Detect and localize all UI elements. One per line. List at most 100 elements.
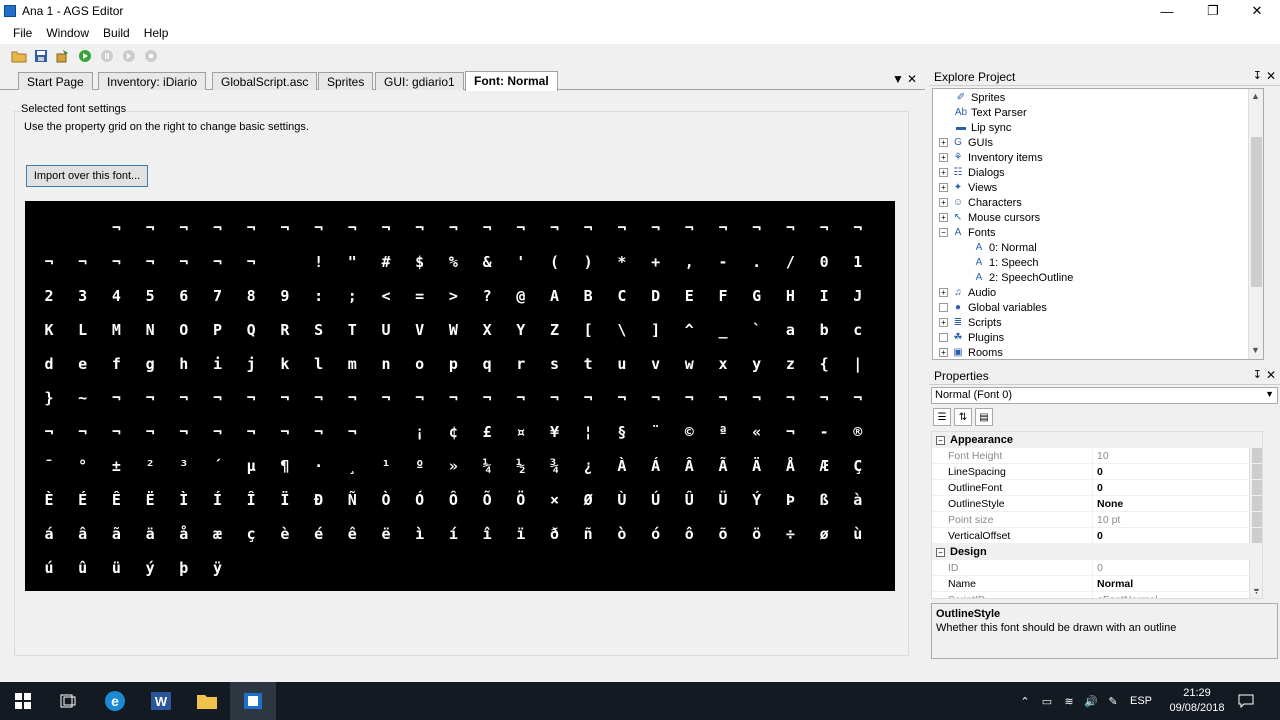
expand-icon[interactable]: + — [939, 183, 948, 192]
property-value[interactable]: 0 — [1097, 530, 1103, 542]
close-window-button[interactable]: ✕ — [1234, 0, 1280, 22]
volume-icon[interactable]: 🔊 — [1080, 695, 1102, 708]
expand-icon[interactable]: + — [939, 318, 948, 327]
menu-build[interactable]: Build — [96, 24, 137, 42]
property-value[interactable]: 0 — [1097, 482, 1103, 494]
build-icon[interactable] — [54, 47, 72, 65]
tab-inventory-idiario[interactable]: Inventory: iDiario — [98, 72, 207, 90]
property-row[interactable]: ID 0 — [932, 560, 1262, 576]
tab-gui-gdiario1[interactable]: GUI: gdiario1 — [375, 72, 464, 90]
tree-item[interactable]: + ▣ Rooms — [939, 345, 1003, 359]
property-row[interactable]: Name Normal — [932, 576, 1262, 592]
tree-item[interactable]: + ✦ Views — [939, 180, 997, 195]
step-icon[interactable] — [120, 47, 138, 65]
expand-icon[interactable]: + — [939, 138, 948, 147]
property-row[interactable]: Point size 10 pt — [932, 512, 1262, 528]
tree-node-icon[interactable] — [939, 333, 948, 342]
tree-item[interactable]: + ≣ Scripts — [939, 315, 1002, 330]
expand-icon[interactable]: + — [939, 348, 948, 357]
collapse-icon[interactable]: − — [936, 547, 945, 557]
maximize-button[interactable]: ❐ — [1190, 0, 1236, 22]
tab-globalscript[interactable]: GlobalScript.asc — [212, 72, 318, 90]
property-row[interactable]: LineSpacing 0 — [932, 464, 1262, 480]
tab-font-normal[interactable]: Font: Normal — [465, 71, 558, 91]
expand-icon[interactable]: + — [939, 213, 948, 222]
tree-item[interactable]: + ♫ Audio — [939, 285, 996, 300]
tree-item[interactable]: Ab Text Parser — [955, 105, 1027, 120]
open-folder-icon[interactable] — [10, 47, 28, 65]
menu-help[interactable]: Help — [137, 24, 176, 42]
tree-item[interactable]: A 2: SpeechOutline — [973, 270, 1074, 285]
tree-item[interactable]: − A Fonts — [939, 225, 996, 240]
scroll-down-icon[interactable]: ▼ — [1251, 345, 1260, 355]
start-icon[interactable] — [0, 682, 46, 720]
tree-item[interactable]: ▬ Lip sync — [955, 120, 1011, 135]
close-tab-icon[interactable]: ✕ — [907, 72, 917, 86]
tab-sprites[interactable]: Sprites — [318, 72, 374, 90]
tree-item[interactable]: + ☷ Dialogs — [939, 165, 1005, 180]
tree-node-icon[interactable] — [939, 303, 948, 312]
tree-scrollbar[interactable]: ▲ ▼ — [1248, 89, 1263, 359]
import-font-button[interactable]: Import over this font... — [26, 165, 148, 187]
file-explorer-icon[interactable] — [184, 682, 230, 720]
tree-item-label: Lip sync — [971, 121, 1012, 134]
expand-icon[interactable]: + — [939, 198, 948, 207]
tree-item[interactable]: A 0: Normal — [973, 240, 1037, 255]
close-panel-icon[interactable]: ✕ — [1266, 368, 1276, 382]
tree-item[interactable]: ✐ Sprites — [955, 90, 1005, 105]
property-row[interactable]: OutlineFont 0 — [932, 480, 1262, 496]
pin-icon[interactable]: ↧ — [1253, 368, 1262, 381]
save-icon[interactable] — [32, 47, 50, 65]
minimize-button[interactable]: — — [1144, 0, 1190, 22]
expand-icon[interactable]: + — [939, 153, 948, 162]
property-row[interactable]: Font Height 10 — [932, 448, 1262, 464]
task-view-icon[interactable] — [46, 682, 92, 720]
close-panel-icon[interactable]: ✕ — [1266, 69, 1276, 83]
expand-icon[interactable]: + — [939, 288, 948, 297]
property-pages-icon[interactable]: ▤ — [975, 408, 993, 426]
collapse-icon[interactable]: − — [936, 435, 945, 445]
notifications-icon[interactable] — [1226, 682, 1266, 720]
tree-item[interactable]: + ☺ Characters — [939, 195, 1022, 210]
battery-icon[interactable]: ▭ — [1036, 695, 1058, 708]
property-row[interactable]: OutlineStyle None — [932, 496, 1262, 512]
scroll-up-icon[interactable]: ▲ — [1251, 91, 1260, 101]
property-row[interactable]: ScriptID eFontNormal — [932, 592, 1262, 598]
tree-item[interactable]: + G GUIs — [939, 135, 993, 150]
tree-item[interactable]: + ⚘ Inventory items — [939, 150, 1043, 165]
object-selector[interactable]: Normal (Font 0) ▼ — [931, 387, 1278, 404]
font-glyph: ¬ — [549, 389, 560, 407]
alphabetical-icon[interactable]: ⇅ — [954, 408, 972, 426]
property-value[interactable]: 0 — [1097, 466, 1103, 478]
pen-icon[interactable]: ✎ — [1102, 695, 1124, 708]
expand-icon[interactable]: + — [939, 168, 948, 177]
chevron-up-icon[interactable]: ⌃ — [1014, 695, 1036, 708]
property-value[interactable]: None — [1097, 498, 1123, 510]
property-row[interactable]: VerticalOffset 0 — [932, 528, 1262, 544]
tree-item[interactable]: + ↖ Mouse cursors — [939, 210, 1040, 225]
stop-icon[interactable] — [142, 47, 160, 65]
word-icon[interactable]: W — [138, 682, 184, 720]
clock[interactable]: 21:29 09/08/2018 — [1162, 686, 1232, 716]
collapse-icon[interactable]: − — [939, 228, 948, 237]
tree-item-label: Dialogs — [968, 166, 1005, 179]
tab-start-page[interactable]: Start Page — [18, 72, 93, 90]
pause-icon[interactable] — [98, 47, 116, 65]
menu-window[interactable]: Window — [39, 24, 96, 42]
tree-item[interactable]: ☘ Plugins — [939, 330, 1004, 345]
scroll-thumb[interactable] — [1251, 137, 1262, 287]
property-value[interactable]: Normal — [1097, 578, 1133, 590]
tree-item[interactable]: A 1: Speech — [973, 255, 1039, 270]
ags-editor-icon[interactable] — [230, 682, 276, 720]
categorized-icon[interactable]: ☰ — [933, 408, 951, 426]
menu-file[interactable]: File — [6, 24, 39, 42]
property-category[interactable]: − Appearance — [932, 432, 1262, 448]
tab-list-dropdown-icon[interactable]: ▼ — [892, 72, 904, 86]
run-icon[interactable] — [76, 47, 94, 65]
edge-icon[interactable]: e — [92, 682, 138, 720]
property-category[interactable]: − Design — [932, 544, 1262, 560]
wifi-icon[interactable]: ≋ — [1058, 695, 1080, 708]
language-indicator[interactable]: ESP — [1124, 695, 1158, 707]
tree-item[interactable]: ● Global variables — [939, 300, 1047, 315]
pin-icon[interactable]: ↧ — [1253, 69, 1262, 82]
